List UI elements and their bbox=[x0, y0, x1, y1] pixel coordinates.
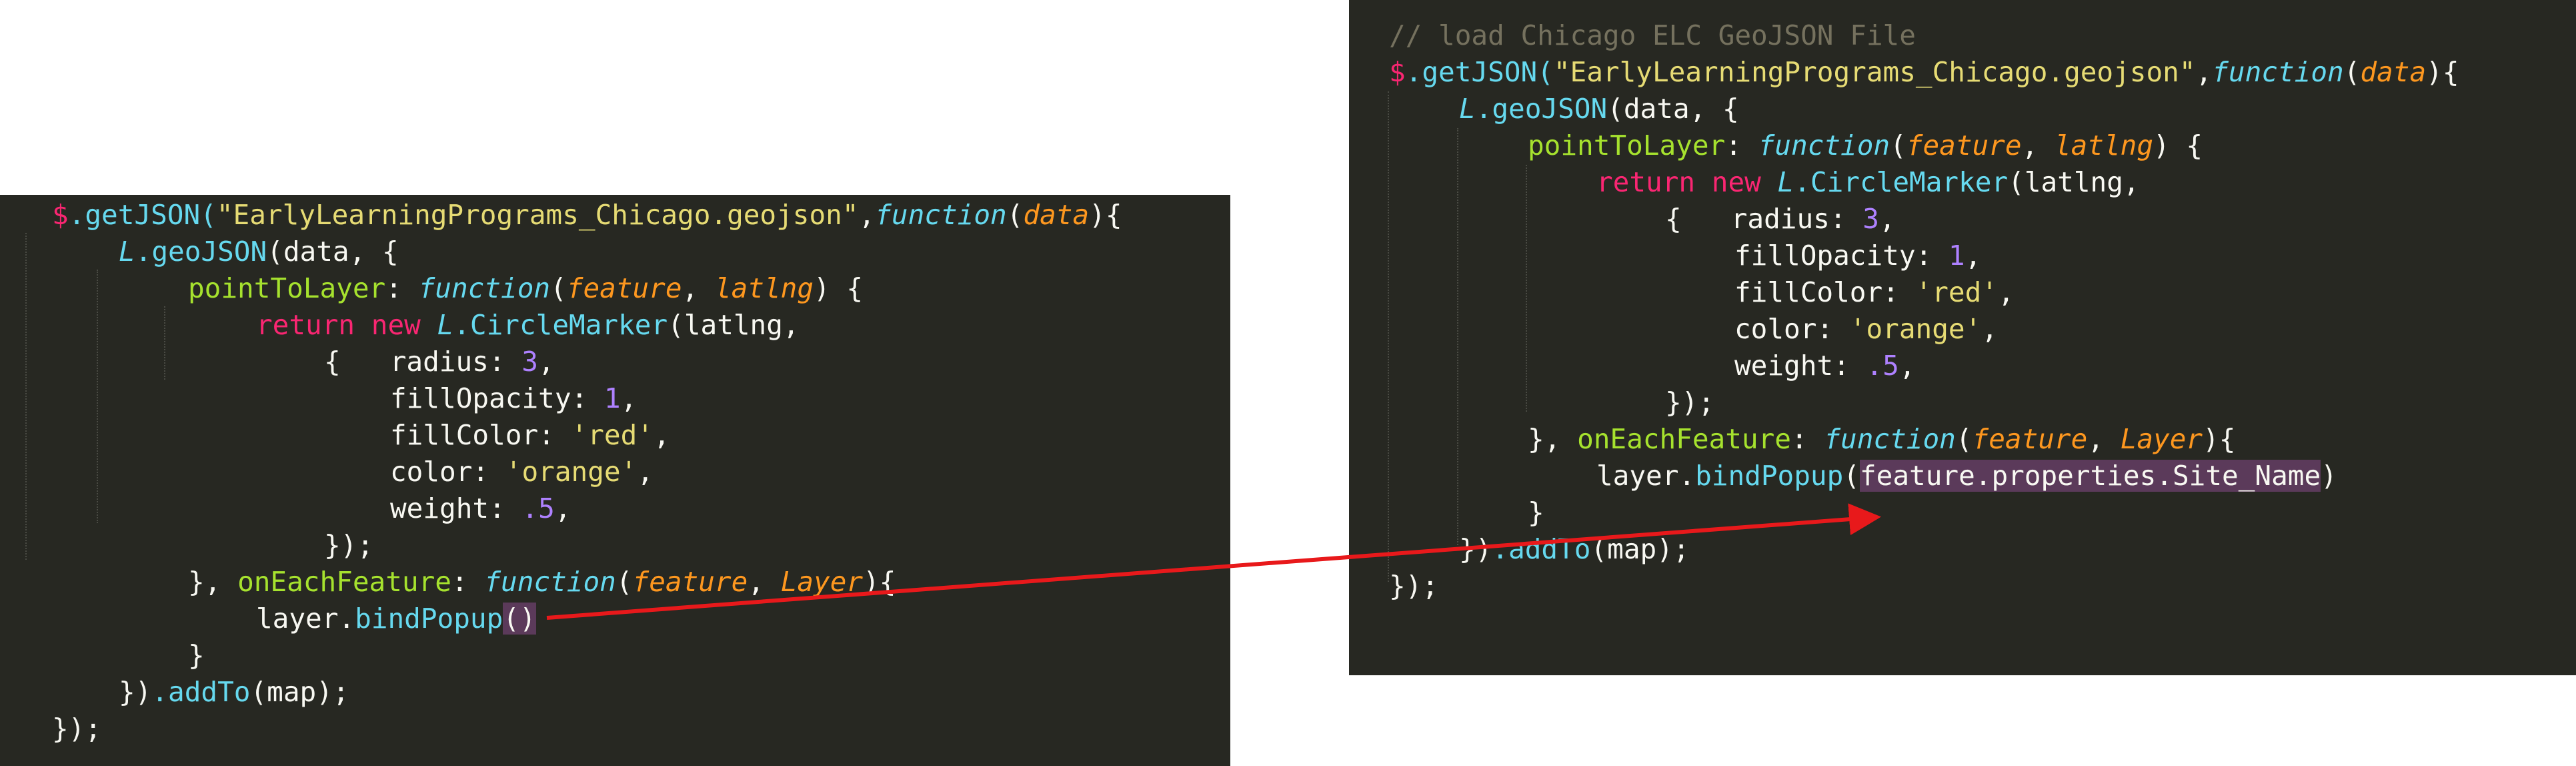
code-line-9: weight: .5, bbox=[390, 492, 571, 524]
code-line-8: color: 'orange', bbox=[390, 456, 654, 488]
code-line-14: }).addTo(map); bbox=[1459, 533, 1690, 565]
code-line-6: fillOpacity: 1, bbox=[1734, 240, 1982, 272]
code-line-14: }).addTo(map); bbox=[119, 676, 349, 708]
code-line-15: }); bbox=[1389, 570, 1439, 602]
code-line-7: fillColor: 'red', bbox=[1734, 276, 2015, 308]
code-line-3: pointToLayer: function(feature, latlng) … bbox=[188, 272, 864, 304]
code-line-6: fillOpacity: 1, bbox=[390, 382, 637, 414]
code-line-13: } bbox=[1528, 496, 1544, 528]
code-line-12: layer.bindPopup(feature.properties.Site_… bbox=[1596, 460, 2337, 492]
indent-guide bbox=[1526, 165, 1527, 412]
code-line-3: pointToLayer: function(feature, latlng) … bbox=[1528, 129, 2203, 161]
code-line-11: }, onEachFeature: function(feature, Laye… bbox=[1528, 423, 2236, 455]
geojson-filename: "EarlyLearningPrograms_Chicago.geojson" bbox=[216, 199, 859, 231]
code-line-1: $.getJSON("EarlyLearningPrograms_Chicago… bbox=[52, 199, 1122, 231]
code-line-7: fillColor: 'red', bbox=[390, 419, 670, 451]
getjson-call: .getJSON( bbox=[68, 199, 217, 231]
code-line-8: color: 'orange', bbox=[1734, 313, 1998, 345]
code-line-5: { radius: 3, bbox=[1665, 203, 1896, 235]
code-line-9: weight: .5, bbox=[1734, 350, 1916, 382]
code-line-2: L.geoJSON(data, { bbox=[119, 236, 399, 268]
indent-guide bbox=[97, 270, 98, 523]
jquery-symbol: $ bbox=[52, 199, 69, 231]
code-line-15: }); bbox=[52, 713, 102, 745]
code-line-1: $.getJSON("EarlyLearningPrograms_Chicago… bbox=[1389, 56, 2459, 88]
code-line-2: L.geoJSON(data, { bbox=[1459, 93, 1739, 125]
code-line-4: return new L.CircleMarker(latlng, bbox=[1596, 166, 2140, 198]
code-line-11: }, onEachFeature: function(feature, Laye… bbox=[188, 566, 896, 598]
left-code-editor: $.getJSON("EarlyLearningPrograms_Chicago… bbox=[0, 195, 1230, 766]
right-code-editor: // load Chicago ELC GeoJSON File $.getJS… bbox=[1349, 0, 2576, 675]
code-comment: // load Chicago ELC GeoJSON File bbox=[1389, 19, 1916, 51]
code-line-5: { radius: 3, bbox=[324, 346, 555, 378]
geojson-filename: "EarlyLearningPrograms_Chicago.geojson" bbox=[1553, 56, 2196, 88]
indent-guide bbox=[25, 233, 27, 560]
empty-popup-args-highlight: () bbox=[503, 603, 536, 635]
jquery-symbol: $ bbox=[1389, 56, 1406, 88]
indent-guide bbox=[164, 306, 165, 380]
code-line-10: }); bbox=[324, 529, 374, 561]
popup-argument-highlight: feature.properties.Site_Name bbox=[1859, 460, 2321, 492]
code-line-4: return new L.CircleMarker(latlng, bbox=[256, 309, 800, 341]
code-line-12: layer.bindPopup() bbox=[256, 603, 536, 635]
code-line-13: } bbox=[188, 639, 205, 671]
indent-guide bbox=[1388, 91, 1389, 582]
indent-guide bbox=[1457, 128, 1458, 545]
code-line-10: }); bbox=[1665, 386, 1715, 418]
